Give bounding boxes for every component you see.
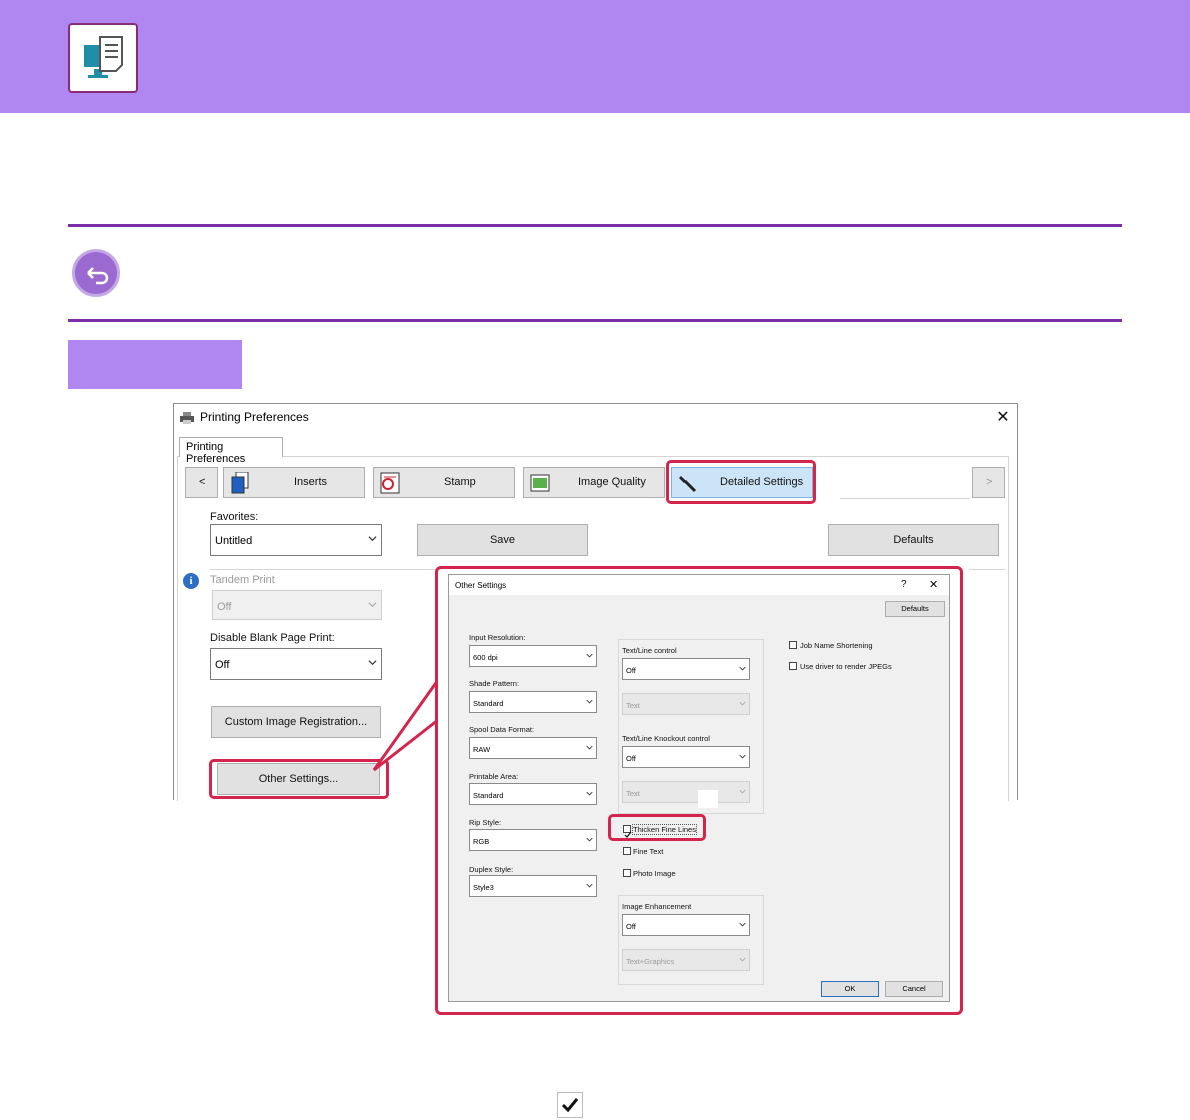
blank-page-select[interactable]: Off [210, 648, 382, 680]
text-line-control-select[interactable]: Off [622, 658, 750, 680]
photo-image-label: Photo Image [633, 869, 676, 878]
photo-image-checkbox[interactable] [623, 869, 631, 877]
ok-button[interactable]: OK [821, 981, 879, 997]
detailed-settings-highlight [666, 460, 816, 504]
close-icon[interactable]: ✕ [929, 578, 938, 591]
job-name-shortening-checkbox[interactable] [789, 641, 797, 649]
other-settings-title: Other Settings [455, 581, 507, 590]
text-line-control-sub-select[interactable]: Text [622, 693, 750, 715]
blank-page-label: Disable Blank Page Print: [210, 632, 335, 644]
rip-style-label: Rip Style: [469, 818, 502, 827]
spool-data-format-select[interactable]: RAW [469, 737, 597, 759]
title-bar: Printing Preferences ✕ [174, 404, 1017, 431]
nav-next-button[interactable]: > [972, 467, 1005, 498]
use-driver-jpeg-checkbox[interactable] [789, 662, 797, 670]
return-icon [72, 249, 120, 297]
image-enhancement-label: Image Enhancement [622, 902, 692, 911]
stamp-icon [380, 472, 400, 494]
inserts-icon [230, 471, 250, 494]
computer-print-icon [68, 23, 138, 93]
duplex-style-label: Duplex Style: [469, 865, 514, 874]
printer-icon [180, 411, 194, 424]
other-settings-title-bar: Other Settings ? ✕ [449, 575, 949, 595]
other-settings-window: Other Settings ? ✕ Defaults Input Resolu… [448, 574, 950, 1002]
tandem-select[interactable]: Off [212, 590, 382, 620]
image-quality-icon [530, 472, 550, 494]
chevron-down-icon [368, 536, 377, 542]
close-icon[interactable]: ✕ [994, 407, 1012, 427]
divider-bottom [68, 319, 1122, 322]
tab-inserts[interactable]: Inserts [223, 467, 365, 498]
tandem-label: Tandem Print [210, 574, 275, 586]
thicken-fine-lines-highlight [608, 814, 706, 841]
info-icon: i [183, 573, 199, 589]
checkmark-icon [557, 1092, 583, 1118]
knockout-control-label: Text/Line Knockout control [622, 734, 710, 743]
divider-top [68, 224, 1122, 227]
rip-style-select[interactable]: RGB [469, 829, 597, 851]
favorites-label: Favorites: [210, 511, 259, 523]
fine-text-label: Fine Text [633, 847, 664, 856]
printable-area-label: Printable Area: [469, 772, 519, 781]
save-button[interactable]: Save [417, 524, 588, 556]
shade-pattern-label: Shade Pattern: [469, 679, 520, 688]
header-banner [0, 0, 1190, 113]
tab-image-quality[interactable]: Image Quality [523, 467, 665, 498]
job-name-shortening-label: Job Name Shortening [800, 641, 873, 650]
other-settings-highlight [209, 759, 389, 799]
input-resolution-select[interactable]: 600 dpi [469, 645, 597, 667]
knockout-control-sub-select[interactable]: Text [622, 781, 750, 803]
cancel-button[interactable]: Cancel [885, 981, 943, 997]
image-enhancement-select[interactable]: Off [622, 914, 750, 936]
tab-stamp[interactable]: Stamp [373, 467, 515, 498]
knockout-control-select[interactable]: Off [622, 746, 750, 768]
fine-text-checkbox[interactable] [623, 847, 631, 855]
defaults-button[interactable]: Defaults [885, 601, 945, 617]
nav-prev-button[interactable]: < [185, 467, 218, 498]
printable-area-select[interactable]: Standard [469, 783, 597, 805]
tab-printing-preferences[interactable]: Printing Preferences [179, 437, 283, 465]
duplex-style-select[interactable]: Style3 [469, 875, 597, 897]
window-title: Printing Preferences [200, 410, 309, 424]
image-enhancement-sub-select[interactable]: Text+Graphics [622, 949, 750, 971]
shade-pattern-select[interactable]: Standard [469, 691, 597, 713]
step-tab [68, 340, 242, 389]
text-line-control-label: Text/Line control [622, 646, 677, 655]
favorites-select[interactable]: Untitled [210, 524, 382, 556]
help-icon[interactable]: ? [901, 579, 907, 590]
spool-data-format-label: Spool Data Format: [469, 725, 535, 734]
defaults-button[interactable]: Defaults [828, 524, 999, 556]
custom-image-registration-button[interactable]: Custom Image Registration... [211, 706, 381, 738]
input-resolution-label: Input Resolution: [469, 633, 526, 642]
use-driver-jpeg-label: Use driver to render JPEGs [800, 662, 892, 671]
